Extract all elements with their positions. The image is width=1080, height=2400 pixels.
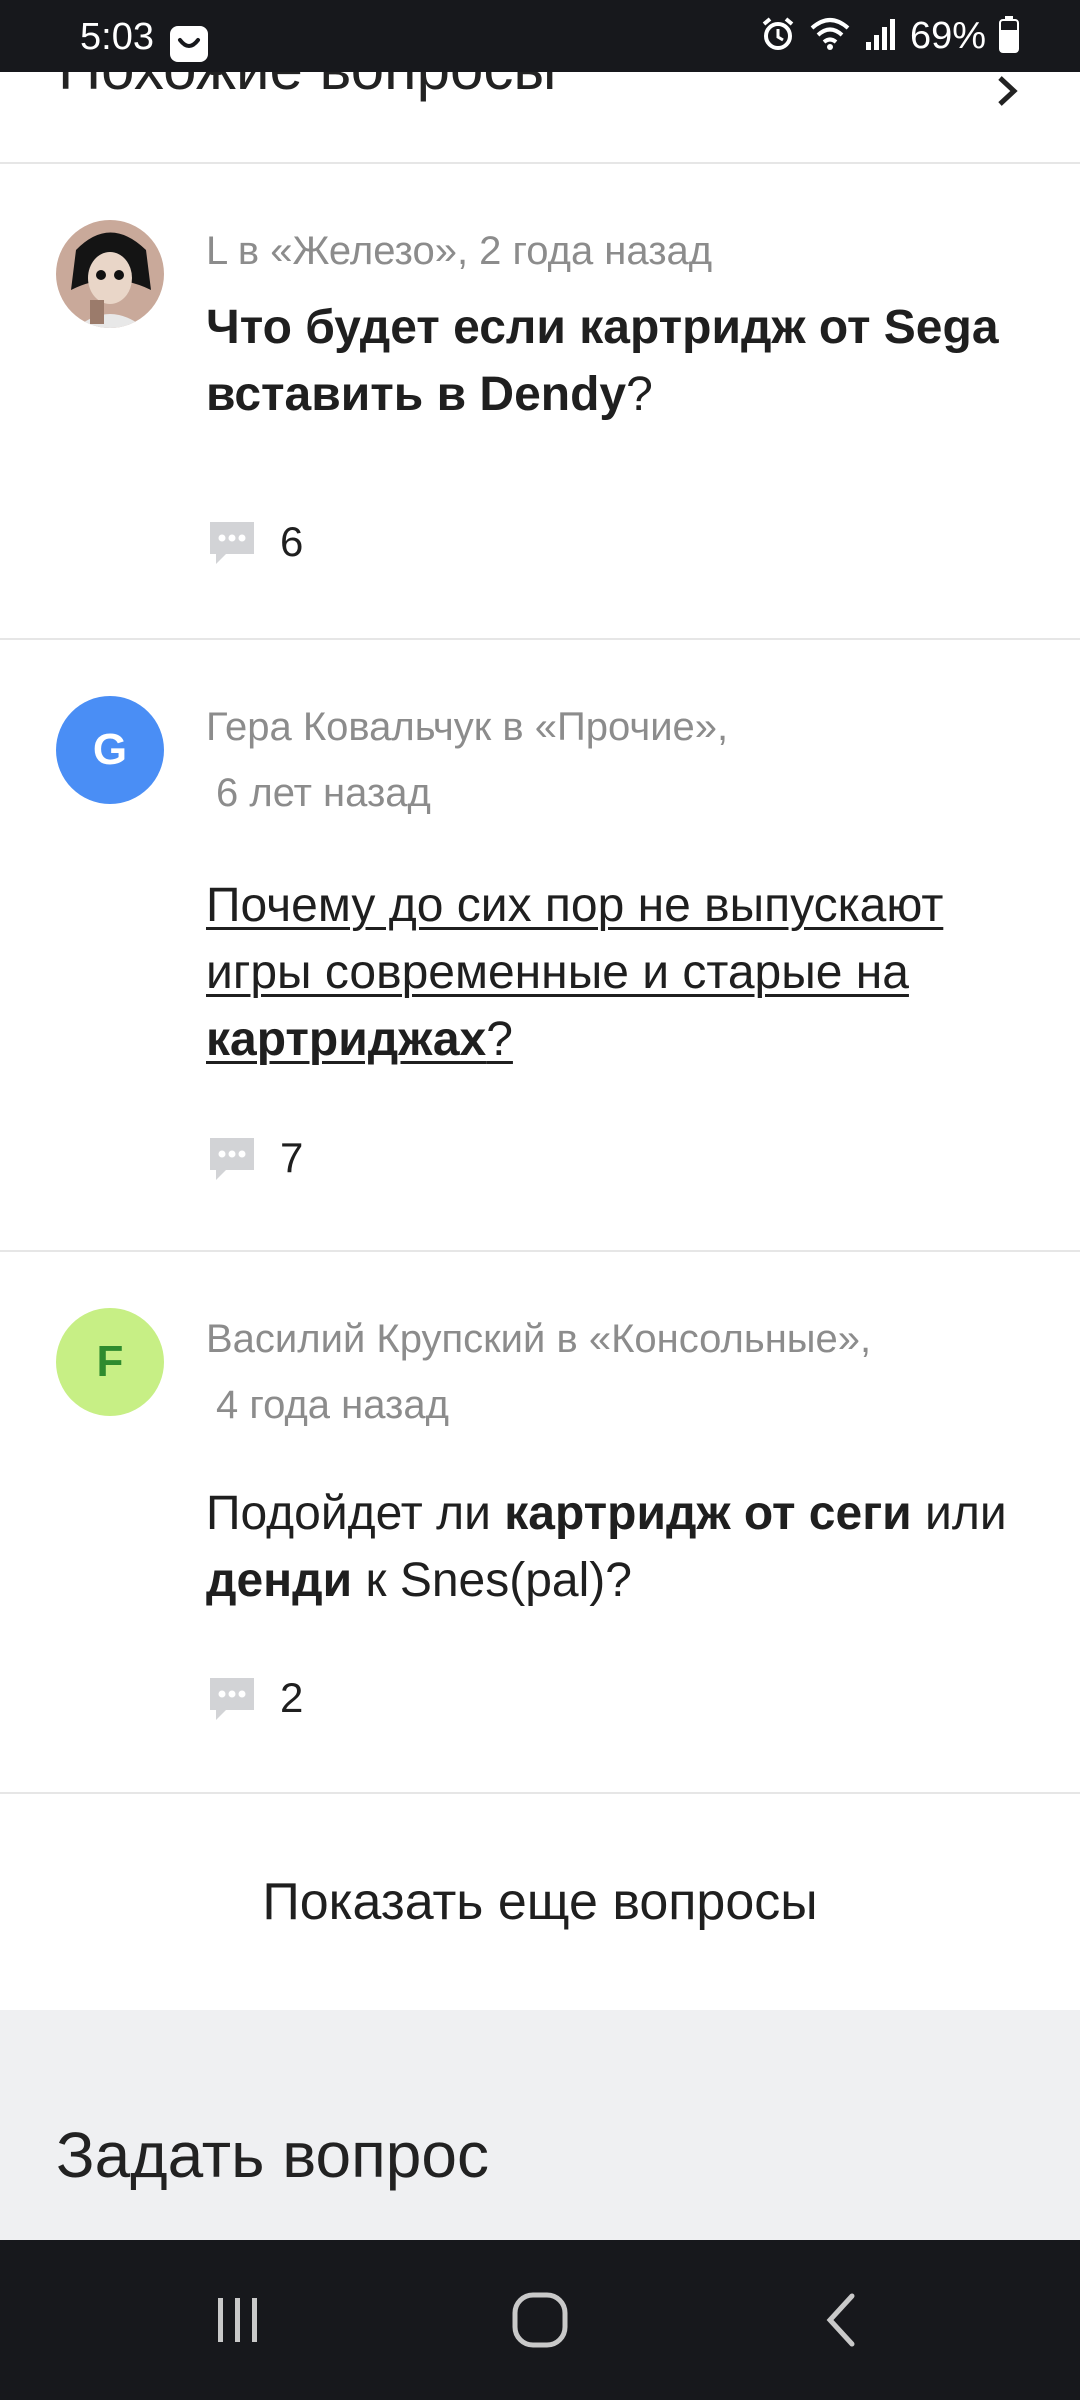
similar-questions-header: Похожие вопросы	[0, 72, 1080, 164]
comments-count[interactable]: 2	[206, 1672, 303, 1724]
avatar-letter: F	[96, 1337, 124, 1386]
avatar[interactable]	[56, 220, 164, 328]
question-title-text: Почему до сих пор не выпускают игры совр…	[206, 879, 944, 999]
section-title: Похожие вопросы	[58, 72, 556, 103]
avatar[interactable]: G	[56, 696, 164, 804]
show-more-button[interactable]: Показать еще вопросы	[0, 1794, 1080, 2010]
back-icon	[826, 2293, 855, 2347]
back-button[interactable]	[804, 2280, 884, 2360]
recent-apps-icon	[218, 2298, 257, 2342]
question-title-text: к Snes(pal)?	[352, 1554, 632, 1607]
comment-bubble-icon	[206, 516, 258, 568]
wifi-icon	[808, 16, 852, 57]
comments-count[interactable]: 7	[206, 1132, 303, 1184]
question-title[interactable]: Почему до сих пор не выпускают игры совр…	[206, 872, 1036, 1073]
comment-count: 2	[280, 1674, 304, 1721]
status-indicators: 69%	[760, 14, 1020, 58]
shopping-bag-icon	[168, 24, 210, 64]
question-title-text: Подойдет ли	[206, 1487, 505, 1540]
question-author-category: Василий Крупский в «Консольные»,	[206, 1317, 872, 1361]
question-title-highlight: Что будет если картридж от Sega вставить…	[206, 301, 999, 421]
question-title-text: или	[911, 1487, 1007, 1540]
ask-question-title[interactable]: Задать вопрос	[56, 2118, 489, 2192]
question-meta: L в «Железо», 2 года назад	[206, 229, 713, 273]
question-title-text: ?	[486, 1013, 513, 1066]
question-author-category: Гера Ковальчук в «Прочие»,	[206, 705, 729, 749]
comment-bubble-icon	[206, 1672, 258, 1724]
recent-apps-button[interactable]	[198, 2280, 278, 2360]
question-title[interactable]: Подойдет ли картридж от сеги или денди к…	[206, 1480, 1036, 1614]
comment-count: 6	[280, 518, 304, 565]
home-icon	[512, 2292, 568, 2348]
battery-percentage: 69%	[909, 14, 986, 57]
battery-icon	[998, 15, 1020, 58]
comment-count: 7	[280, 1134, 304, 1181]
question-title-highlight: картридж от сеги	[504, 1487, 912, 1540]
status-time: 5:03	[80, 16, 154, 58]
question-title-highlight: картриджах	[206, 1013, 487, 1066]
chevron-right-icon[interactable]	[992, 76, 1022, 106]
question-date: 6 лет назад	[216, 771, 431, 815]
anime-character-avatar	[56, 220, 164, 328]
question-item[interactable]: G Гера Ковальчук в «Прочие», 6 лет назад…	[0, 640, 1080, 1252]
question-meta: Василий Крупский в «Консольные», 4 года …	[206, 1306, 1026, 1438]
question-item[interactable]: L в «Железо», 2 года назад Что будет есл…	[0, 164, 1080, 640]
system-navigation-bar	[0, 2240, 1080, 2400]
home-button[interactable]	[500, 2280, 580, 2360]
question-meta: Гера Ковальчук в «Прочие», 6 лет назад	[206, 694, 1026, 826]
question-title-text: ?	[626, 368, 653, 421]
ask-question-section: Задать вопрос	[0, 2010, 1080, 2240]
question-title-highlight: денди	[206, 1554, 353, 1607]
comment-bubble-icon	[206, 1132, 258, 1184]
avatar-letter: G	[92, 725, 128, 774]
show-more-label: Показать еще вопросы	[262, 1873, 818, 1931]
question-item[interactable]: F Василий Крупский в «Консольные», 4 год…	[0, 1252, 1080, 1794]
signal-icon	[864, 16, 898, 57]
question-title[interactable]: Что будет если картридж от Sega вставить…	[206, 294, 1036, 428]
question-date: 4 года назад	[216, 1383, 449, 1427]
question-title-link[interactable]: Почему до сих пор не выпускают игры совр…	[206, 879, 943, 1066]
status-bar: 5:03 69%	[0, 0, 1080, 72]
comments-count[interactable]: 6	[206, 516, 303, 568]
alarm-icon	[760, 16, 796, 57]
avatar[interactable]: F	[56, 1308, 164, 1416]
